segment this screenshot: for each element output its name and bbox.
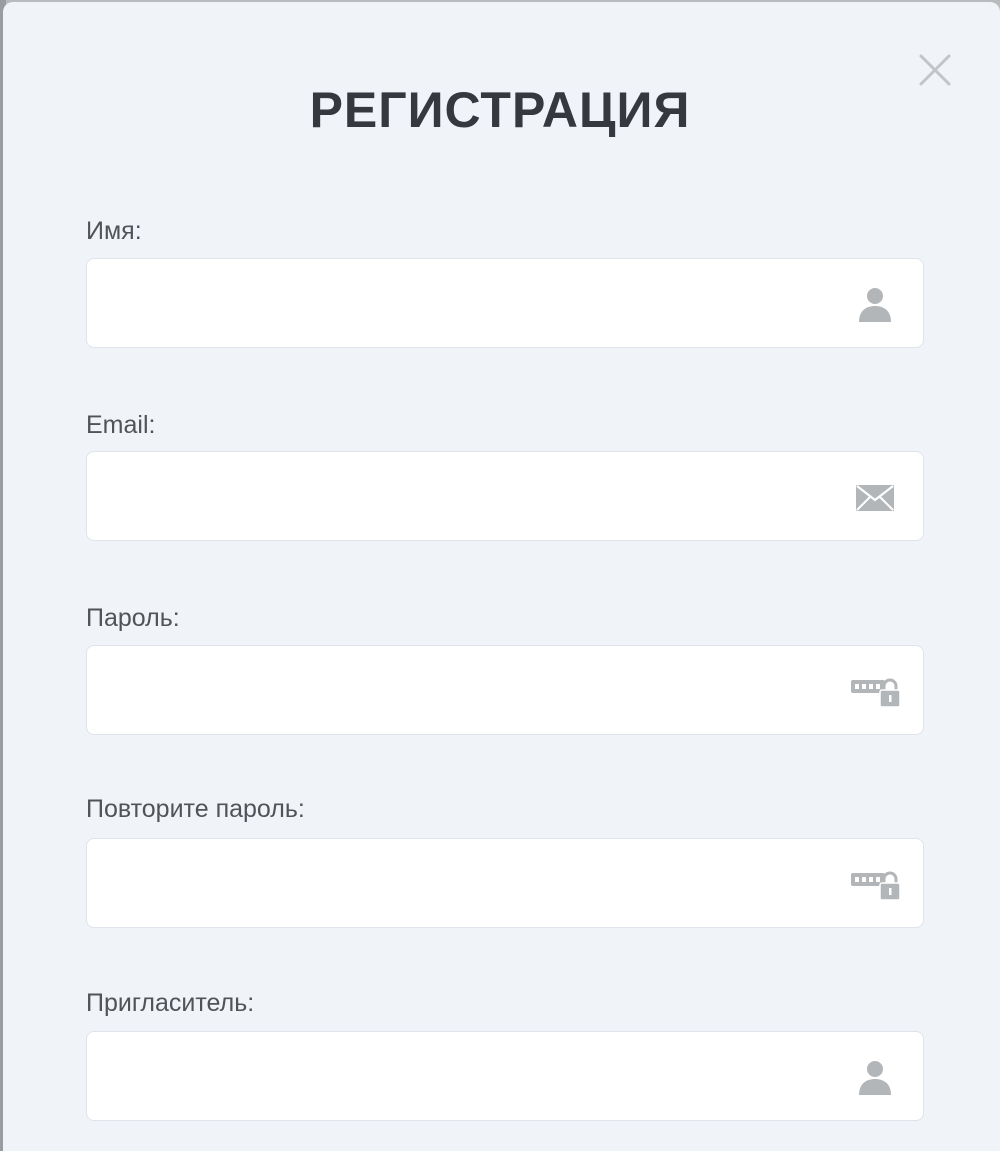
inviter-field[interactable] — [86, 1031, 924, 1121]
repeat-password-input[interactable] — [87, 839, 847, 927]
user-icon — [849, 284, 901, 324]
password-field[interactable] — [86, 645, 924, 735]
repeat-password-label: Повторите пароль: — [86, 795, 305, 823]
email-field[interactable] — [86, 451, 924, 541]
name-field[interactable] — [86, 258, 924, 348]
email-input[interactable] — [87, 452, 847, 540]
envelope-icon — [849, 477, 901, 517]
password-label: Пароль: — [86, 604, 180, 632]
registration-modal: РЕГИСТРАЦИЯ Имя: Email: Пароль: Повторит… — [3, 2, 1000, 1151]
name-input[interactable] — [87, 259, 847, 347]
password-input[interactable] — [87, 646, 847, 734]
inviter-input[interactable] — [87, 1032, 847, 1120]
modal-title: РЕГИСТРАЦИЯ — [309, 82, 691, 138]
inviter-label: Пригласитель: — [86, 989, 255, 1017]
password-lock-icon — [849, 671, 901, 711]
repeat-password-field[interactable] — [86, 838, 924, 928]
user-icon — [849, 1057, 901, 1097]
password-lock-icon — [849, 864, 901, 904]
email-label: Email: — [86, 411, 156, 439]
name-label: Имя: — [86, 217, 142, 245]
